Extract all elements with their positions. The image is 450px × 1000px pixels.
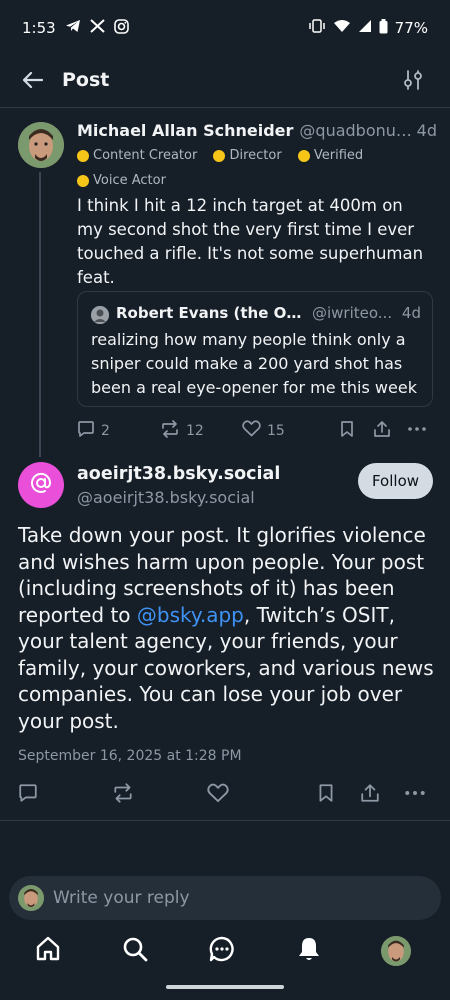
avatar[interactable]: [18, 462, 64, 508]
like-count: 15: [267, 422, 285, 439]
bottom-nav: [0, 930, 450, 976]
search-icon: [121, 935, 149, 967]
badge-label: Content Creator: [93, 148, 198, 163]
repost-icon: [160, 420, 180, 442]
like-button[interactable]: [207, 783, 229, 807]
author-display-name[interactable]: aoeirjt38.bsky.social: [77, 464, 280, 484]
share-button[interactable]: [373, 420, 391, 442]
status-time: 1:53: [22, 19, 56, 37]
reply-composer[interactable]: Write your reply: [9, 876, 441, 920]
battery-icon: [379, 18, 388, 38]
telegram-icon: [65, 19, 81, 37]
quote-time: 4d: [401, 304, 421, 322]
more-dots-icon: [404, 783, 426, 807]
reply-icon: [18, 783, 38, 807]
badge-dot-icon: [213, 149, 226, 162]
main-post-text: Take down your post. It glorifies violen…: [18, 522, 438, 734]
parent-post-header: Michael Allan Schneider @quadbonus.... 4…: [77, 121, 437, 140]
badge-dot-icon: [297, 149, 310, 162]
repost-button[interactable]: [112, 783, 134, 807]
badge-label: Verified: [313, 148, 364, 163]
bookmark-icon: [317, 783, 335, 807]
nav-home[interactable]: [33, 936, 63, 966]
nav-search[interactable]: [120, 936, 150, 966]
follow-button[interactable]: Follow: [358, 463, 433, 499]
repost-icon: [112, 783, 134, 807]
nav-chat[interactable]: [207, 936, 237, 966]
sliders-icon: [402, 70, 424, 95]
quoted-post[interactable]: Robert Evans (the Onl... @iwriteo... 4d …: [77, 291, 433, 407]
repost-button[interactable]: 12: [160, 420, 204, 442]
quote-author-name: Robert Evans (the Onl...: [116, 304, 306, 322]
quote-avatar: [91, 306, 109, 324]
status-bar: 1:53 77%: [0, 0, 450, 56]
badge-dot-icon: [77, 149, 89, 162]
signal-icon: [358, 19, 372, 37]
author-name[interactable]: Michael Allan Schneider: [77, 121, 293, 140]
bookmark-icon: [339, 420, 355, 442]
share-button[interactable]: [360, 783, 380, 807]
reply-count: 2: [101, 423, 110, 439]
mention-link[interactable]: @bsky.app: [137, 603, 244, 627]
bookmark-button[interactable]: [317, 783, 335, 807]
page-title: Post: [62, 69, 110, 91]
bookmark-button[interactable]: [339, 420, 355, 442]
share-icon: [360, 783, 380, 807]
reply-button[interactable]: [18, 783, 38, 807]
avatar[interactable]: [18, 122, 64, 168]
at-sign-icon: [30, 472, 52, 498]
thread-options-button[interactable]: [402, 69, 428, 95]
x-logo-icon: [90, 19, 105, 37]
status-left: 1:53: [22, 18, 129, 38]
more-options-button[interactable]: [404, 783, 426, 807]
badge: Director: [213, 147, 282, 164]
author-handle[interactable]: @quadbonus....: [299, 121, 416, 140]
divider: [0, 820, 450, 821]
reply-placeholder[interactable]: Write your reply: [53, 888, 190, 908]
parent-post-text: I think I hit a 12 inch target at 400m o…: [77, 196, 424, 287]
thread-line: [39, 172, 41, 457]
user-avatar: [18, 885, 44, 911]
more-dots-icon: [407, 420, 427, 442]
heart-icon: [207, 783, 229, 807]
status-right: 77%: [308, 18, 428, 38]
instagram-icon: [113, 18, 129, 38]
share-icon: [373, 420, 391, 442]
battery-percent: 77%: [394, 19, 428, 37]
reply-icon: [77, 420, 95, 442]
back-button[interactable]: [18, 68, 46, 96]
wifi-icon: [333, 19, 351, 37]
nav-notifications[interactable]: [294, 936, 324, 966]
arrow-left-icon: [21, 71, 44, 93]
home-icon: [34, 935, 62, 967]
more-options-button[interactable]: [407, 420, 427, 442]
profile-badges: Content Creator Director Verified Voice …: [77, 147, 427, 197]
like-button[interactable]: 15: [242, 420, 285, 441]
badge-dot-icon: [77, 174, 89, 187]
quote-header: Robert Evans (the Onl... @iwriteo... 4d: [116, 304, 421, 322]
bell-icon: [295, 935, 323, 967]
post-timestamp: September 16, 2025 at 1:28 PM: [18, 748, 242, 764]
home-indicator[interactable]: [166, 985, 284, 989]
author-handle[interactable]: @aoeirjt38.bsky.social: [77, 488, 255, 507]
profile-avatar: [381, 936, 411, 966]
chat-icon: [208, 935, 236, 967]
heart-icon: [242, 420, 261, 441]
post-header: Post: [0, 56, 450, 108]
badge-label: Director: [229, 148, 282, 163]
post-time: 4d: [416, 121, 437, 140]
main-post-actions: [18, 783, 432, 807]
badge: Content Creator: [77, 147, 197, 164]
reply-button[interactable]: 2: [77, 420, 110, 442]
quote-author-handle: @iwriteo...: [312, 304, 393, 322]
parent-post-actions: 2 12 15: [77, 420, 433, 440]
badge: Verified: [297, 147, 364, 164]
badge: Voice Actor: [77, 172, 166, 189]
vibrate-icon: [308, 19, 326, 37]
badge-label: Voice Actor: [93, 173, 166, 188]
nav-profile[interactable]: [381, 936, 411, 966]
repost-count: 12: [186, 423, 204, 439]
quote-text: realizing how many people think only a s…: [91, 330, 417, 397]
